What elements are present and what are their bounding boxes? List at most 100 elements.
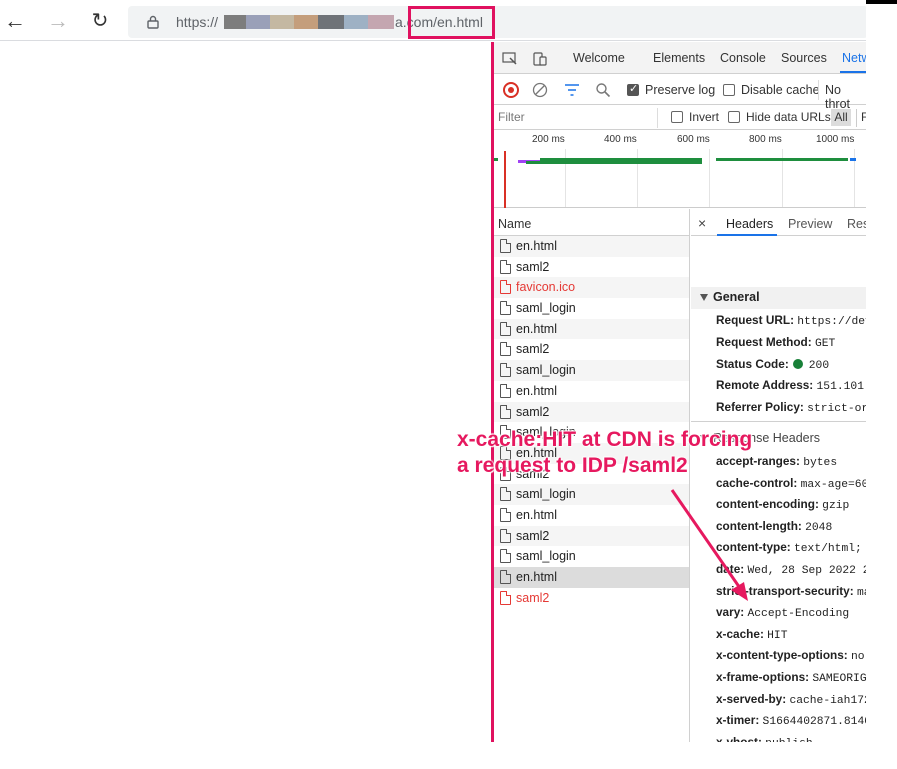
hide-data-urls-label: Hide data URLs bbox=[746, 110, 831, 124]
header-key: Referrer Policy: bbox=[716, 400, 804, 415]
header-key: x-vhost: bbox=[716, 734, 762, 742]
header-value: GET bbox=[814, 337, 836, 350]
request-row[interactable]: saml2 bbox=[494, 339, 689, 360]
request-row[interactable]: saml_login bbox=[494, 484, 689, 505]
header-value: gzip bbox=[822, 500, 850, 513]
header-key: strict-transport-security: bbox=[716, 583, 854, 598]
header-row: x-frame-options: SAMEORIG bbox=[716, 670, 866, 685]
invert-checkbox[interactable] bbox=[671, 111, 683, 123]
header-key: content-encoding: bbox=[716, 497, 819, 512]
device-toolbar-icon[interactable] bbox=[532, 51, 548, 67]
screenshot-root: ← → ↻ https:// a.com/en.html Welcome Ele… bbox=[0, 0, 897, 769]
tab-headers[interactable]: Headers bbox=[726, 217, 773, 231]
request-row[interactable]: saml2 bbox=[494, 401, 689, 423]
header-key: x-timer: bbox=[716, 713, 760, 728]
request-row[interactable]: saml2 bbox=[494, 257, 689, 278]
request-row[interactable]: en.html bbox=[494, 318, 689, 340]
window-edge bbox=[866, 0, 897, 4]
header-key: x-frame-options: bbox=[716, 670, 810, 684]
tab-network[interactable]: Netw bbox=[842, 51, 866, 65]
header-row: x-vhost: publish bbox=[716, 735, 813, 742]
request-name: favicon.ico bbox=[516, 280, 576, 295]
back-icon[interactable]: ← bbox=[3, 10, 27, 34]
request-row[interactable]: en.html bbox=[494, 567, 689, 588]
timeline-tick: 1000 ms bbox=[816, 134, 855, 145]
invert-label: Invert bbox=[689, 110, 720, 124]
request-row[interactable]: saml_login bbox=[494, 360, 689, 381]
header-value: strict-ori bbox=[807, 403, 866, 416]
active-tab-indicator bbox=[840, 71, 866, 73]
header-row: vary: Accept-Encoding bbox=[716, 605, 849, 620]
tab-elements[interactable]: Elements bbox=[653, 51, 705, 65]
header-key: Status Code: bbox=[716, 356, 789, 371]
request-row[interactable]: saml2 bbox=[494, 525, 689, 547]
filter-input[interactable]: Filter bbox=[498, 110, 525, 124]
forward-icon[interactable]: → bbox=[46, 10, 70, 34]
header-value: HIT bbox=[767, 629, 788, 642]
request-name: saml_login bbox=[516, 363, 576, 378]
filter-icon[interactable] bbox=[564, 83, 580, 97]
preserve-log-checkbox[interactable] bbox=[627, 82, 639, 96]
redacted-block bbox=[270, 15, 294, 29]
request-row[interactable]: saml2 bbox=[494, 588, 689, 609]
name-column-header[interactable]: Name bbox=[494, 209, 689, 236]
timeline-tick: 800 ms bbox=[749, 134, 782, 145]
header-value: Wed, 28 Sep 2022 2 bbox=[747, 565, 866, 577]
tab-preview[interactable]: Preview bbox=[788, 217, 832, 231]
hide-data-urls-checkbox[interactable] bbox=[728, 111, 740, 123]
request-row[interactable]: saml_login bbox=[494, 298, 689, 319]
filter-separator bbox=[657, 108, 658, 128]
request-row[interactable]: en.html bbox=[494, 381, 689, 402]
request-name: en.html bbox=[516, 321, 557, 336]
network-toolbar: Preserve log Disable cache No throt bbox=[494, 75, 866, 111]
header-value: ma bbox=[856, 586, 866, 599]
filter-all-button[interactable]: All bbox=[831, 109, 851, 126]
redacted-block bbox=[318, 15, 344, 29]
file-icon bbox=[500, 239, 511, 253]
header-key: Remote Address: bbox=[716, 378, 814, 393]
filter-bar: Filter Invert Hide data URLs All F bbox=[494, 106, 866, 130]
annotation-line-1: x-cache:HIT at CDN is forcing bbox=[457, 428, 753, 451]
file-icon bbox=[500, 259, 511, 274]
header-row: x-content-type-options: no bbox=[716, 648, 865, 663]
file-icon bbox=[500, 404, 511, 419]
close-icon[interactable]: × bbox=[698, 215, 706, 231]
record-icon[interactable] bbox=[503, 82, 519, 98]
file-icon bbox=[500, 528, 511, 543]
redacted-block bbox=[224, 15, 246, 29]
collapse-triangle-icon bbox=[700, 294, 708, 301]
general-section-header[interactable]: General bbox=[691, 287, 866, 309]
request-name: saml2 bbox=[516, 528, 550, 543]
header-value: 151.101. bbox=[816, 381, 866, 394]
header-row: Referrer Policy: strict-ori bbox=[716, 400, 866, 415]
tab-response[interactable]: Res bbox=[847, 217, 866, 231]
search-icon[interactable] bbox=[595, 82, 611, 98]
timeline-bar bbox=[716, 158, 848, 161]
request-row[interactable]: en.html bbox=[494, 505, 689, 526]
header-row: content-type: text/html; bbox=[716, 540, 862, 555]
filter-separator bbox=[856, 109, 857, 127]
file-icon bbox=[500, 301, 511, 316]
header-row: x-cache: HIT bbox=[716, 627, 788, 642]
network-overview-timeline: 200 ms 400 ms 600 ms 800 ms 1000 ms bbox=[494, 131, 866, 208]
tab-welcome[interactable]: Welcome bbox=[573, 51, 625, 65]
request-row[interactable]: favicon.ico bbox=[494, 277, 689, 299]
disable-cache-checkbox[interactable] bbox=[723, 84, 735, 96]
timeline-load-marker bbox=[504, 151, 506, 208]
file-icon bbox=[500, 363, 511, 378]
inspect-icon[interactable] bbox=[502, 51, 518, 67]
request-row[interactable]: saml_login bbox=[494, 546, 689, 567]
tab-sources[interactable]: Sources bbox=[781, 51, 827, 65]
file-icon bbox=[500, 487, 511, 502]
clear-icon[interactable] bbox=[532, 82, 548, 98]
request-row[interactable]: en.html bbox=[494, 236, 689, 257]
file-icon bbox=[500, 383, 511, 398]
header-row: date: Wed, 28 Sep 2022 2 bbox=[716, 562, 866, 577]
header-value: S1664402871.8140 bbox=[762, 716, 866, 729]
header-value: SAMEORIG bbox=[812, 673, 866, 685]
request-name: saml_login bbox=[516, 301, 576, 316]
reload-icon[interactable]: ↻ bbox=[88, 10, 112, 34]
tab-console[interactable]: Console bbox=[720, 51, 766, 65]
request-rows: en.html saml2 favicon.ico saml_login en.html… bbox=[494, 236, 689, 608]
header-key: x-content-type-options: bbox=[716, 648, 848, 663]
